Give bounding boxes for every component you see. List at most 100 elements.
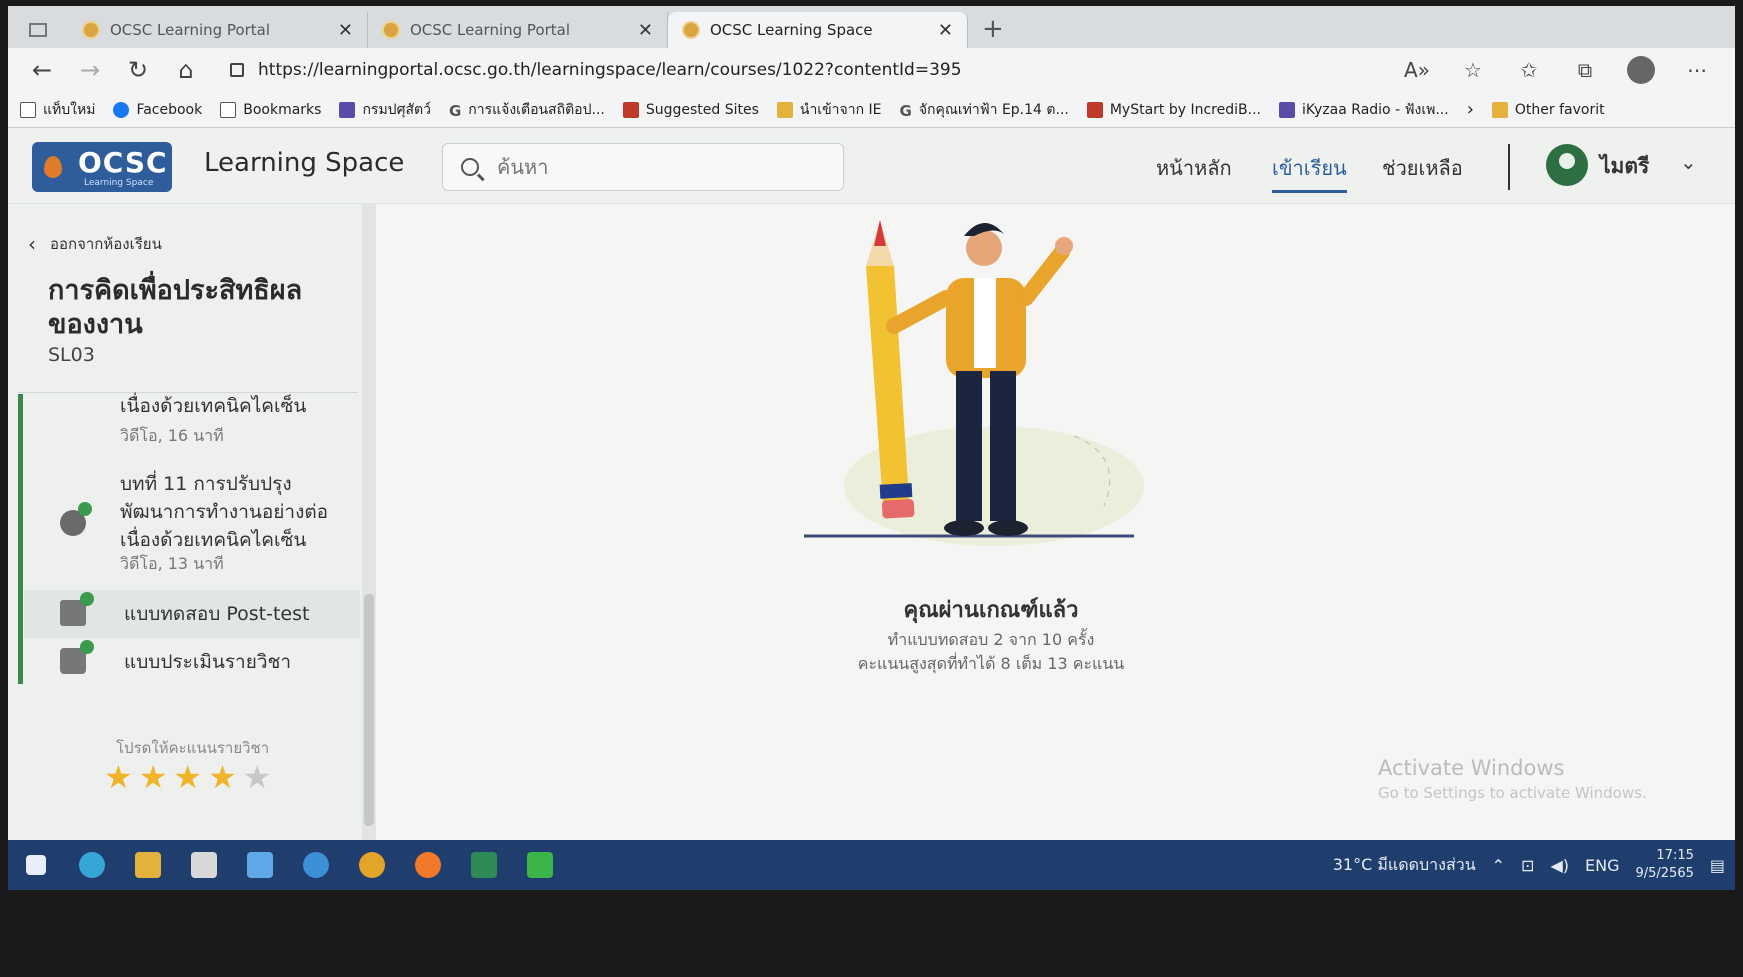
add-favorite-icon[interactable]: ☆ [1445, 58, 1501, 82]
site-icon [1086, 101, 1103, 118]
url-field[interactable]: https://learningportal.ocsc.go.th/learni… [230, 60, 1389, 80]
bookmark-item[interactable]: MyStart by IncrediB... [1086, 101, 1261, 118]
bookmark-item[interactable]: iKyzaa Radio - ฟังเพ... [1278, 99, 1449, 121]
ie-icon[interactable] [288, 840, 344, 890]
scrollbar-thumb[interactable] [364, 594, 374, 826]
star-icon[interactable]: ★ [243, 758, 272, 796]
profile-icon[interactable] [1627, 56, 1655, 84]
bookmark-label: แท็บใหม่ [43, 101, 96, 118]
bookmark-item[interactable]: Facebook [113, 101, 203, 118]
lesson-meta: วิดีโอ, 16 นาที [120, 426, 224, 445]
nav-divider [1508, 144, 1510, 190]
bookmark-label: Other favorit [1514, 101, 1605, 118]
browser-tab-bar: OCSC Learning Portal ✕ OCSC Learning Por… [8, 6, 1735, 48]
other-favorites[interactable]: Other favorit [1491, 101, 1605, 118]
main-content: คุณผ่านเกณฑ์แล้ว ทำแบบทดสอบ 2 จาก 10 ครั… [376, 204, 1735, 840]
nav-help[interactable]: ช่วยเหลือ [1382, 152, 1463, 184]
star-icon[interactable]: ★ [173, 758, 202, 796]
mail-icon[interactable] [232, 840, 288, 890]
excel-icon[interactable] [456, 840, 512, 890]
user-name[interactable]: ไมตรี [1600, 150, 1649, 183]
course-code: SL03 [48, 344, 95, 366]
store-icon[interactable] [176, 840, 232, 890]
bookmark-item[interactable]: Bookmarks [220, 101, 322, 118]
reload-icon[interactable]: ↻ [114, 56, 162, 84]
more-icon[interactable]: ⋯ [1669, 58, 1725, 82]
score-text: คะแนนสูงสุดที่ทำได้ 8 เต็ม 13 คะแนน [857, 654, 1125, 673]
network-icon[interactable]: ⊡ [1521, 856, 1534, 875]
language-indicator[interactable]: ENG [1585, 856, 1619, 875]
favorites-icon[interactable]: ✩ [1501, 58, 1557, 82]
bookmark-item[interactable]: แท็บใหม่ [20, 99, 95, 121]
close-tab-icon[interactable]: ✕ [638, 20, 653, 41]
bookmark-label: การแจ้งเตือนสถิติอป... [468, 101, 605, 118]
bookmark-label: Bookmarks [243, 101, 322, 118]
browser-tab[interactable]: OCSC Learning Portal ✕ [68, 12, 368, 48]
forward-icon[interactable]: → [66, 56, 114, 84]
bookmark-label: Facebook [136, 101, 203, 118]
close-tab-icon[interactable]: ✕ [338, 20, 353, 41]
search-box[interactable] [442, 143, 844, 191]
weather-widget[interactable]: 31°C มีแดดบางส่วน [1333, 853, 1476, 878]
read-aloud-icon[interactable]: A» [1389, 58, 1445, 82]
back-icon[interactable]: ← [18, 56, 66, 84]
lesson-title[interactable]: บทที่ 11 การปรับปรุงพัฒนาการทำงานอย่างต่… [120, 470, 352, 554]
chrome-icon[interactable] [344, 840, 400, 890]
nav-home[interactable]: หน้าหลัก [1156, 152, 1232, 184]
tab-title: OCSC Learning Space [710, 21, 873, 39]
check-icon [80, 640, 94, 654]
bookmark-item[interactable]: กรมปศุสัตว์ [339, 99, 431, 121]
bookmark-item[interactable]: G จักคุณเท่าฟ้า Ep.14 ต... [900, 99, 1069, 121]
volume-icon[interactable]: ◀) [1550, 856, 1569, 875]
star-rating[interactable]: ★ ★ ★ ★ ★ [104, 758, 271, 796]
facebook-icon [113, 101, 130, 118]
site-header: OCSC Learning Space Learning Space หน้าห… [8, 128, 1735, 204]
rating-label: โปรดให้คะแนนรายวิชา [116, 739, 270, 757]
chevron-down-icon[interactable]: ⌄ [1680, 150, 1697, 174]
sidebar-scrollbar[interactable] [362, 204, 376, 840]
edge-icon[interactable] [64, 840, 120, 890]
star-icon[interactable]: ★ [139, 758, 168, 796]
ocsc-logo[interactable]: OCSC Learning Space [32, 142, 172, 192]
bookmark-item[interactable]: G การแจ้งเตือนสถิติอป... [449, 99, 605, 121]
web-page: OCSC Learning Space Learning Space หน้าห… [8, 128, 1735, 840]
folder-icon [1491, 101, 1508, 118]
address-bar: ← → ↻ ⌂ https://learningportal.ocsc.go.t… [8, 48, 1735, 92]
lesson-meta: วิดีโอ, 13 นาที [120, 554, 224, 573]
chevron-up-icon[interactable]: ⌃ [1492, 856, 1505, 875]
close-tab-icon[interactable]: ✕ [938, 20, 953, 41]
star-icon[interactable]: ★ [208, 758, 237, 796]
star-icon[interactable]: ★ [104, 758, 133, 796]
lesson-title[interactable]: เนื่องด้วยเทคนิคไคเซ็น [120, 392, 352, 420]
windows-activation-hint: Go to Settings to activate Windows. [1378, 784, 1647, 802]
lesson-title[interactable]: แบบประเมินรายวิชา [124, 648, 356, 676]
favicon-icon [382, 21, 400, 39]
tab-actions-icon[interactable] [8, 12, 68, 48]
flame-icon [44, 156, 62, 178]
start-icon[interactable] [8, 840, 64, 890]
lesson-title[interactable]: แบบทดสอบ Post-test [124, 600, 356, 628]
nav-learn[interactable]: เข้าเรียน [1272, 152, 1347, 193]
new-tab-icon[interactable]: + [968, 14, 1018, 48]
file-explorer-icon[interactable] [120, 840, 176, 890]
browser-tab[interactable]: OCSC Learning Portal ✕ [368, 12, 668, 48]
notifications-icon[interactable]: ▤ [1710, 856, 1725, 875]
page-icon [20, 101, 36, 118]
user-avatar-icon[interactable] [1546, 144, 1588, 186]
home-icon[interactable]: ⌂ [162, 56, 210, 84]
collections-icon[interactable]: ⧉ [1557, 58, 1613, 82]
logo-text: OCSC [78, 146, 168, 179]
search-input[interactable] [495, 154, 815, 180]
tab-title: OCSC Learning Portal [110, 21, 271, 39]
line-icon[interactable] [512, 840, 568, 890]
bookmark-item[interactable]: Suggested Sites [622, 101, 759, 118]
exit-classroom-link[interactable]: ‹ ออกจากห้องเรียน [28, 232, 162, 256]
chevron-right-icon[interactable]: › [1467, 99, 1474, 120]
exit-classroom-label: ออกจากห้องเรียน [50, 235, 162, 253]
browser-tab-active[interactable]: OCSC Learning Space ✕ [668, 12, 968, 48]
clock-date: 9/5/2565 [1635, 866, 1694, 881]
clock[interactable]: 17:15 9/5/2565 [1635, 847, 1693, 883]
bookmark-item[interactable]: นำเข้าจาก IE [776, 99, 882, 121]
firefox-icon[interactable] [400, 840, 456, 890]
brand-name: Learning Space [204, 148, 405, 178]
